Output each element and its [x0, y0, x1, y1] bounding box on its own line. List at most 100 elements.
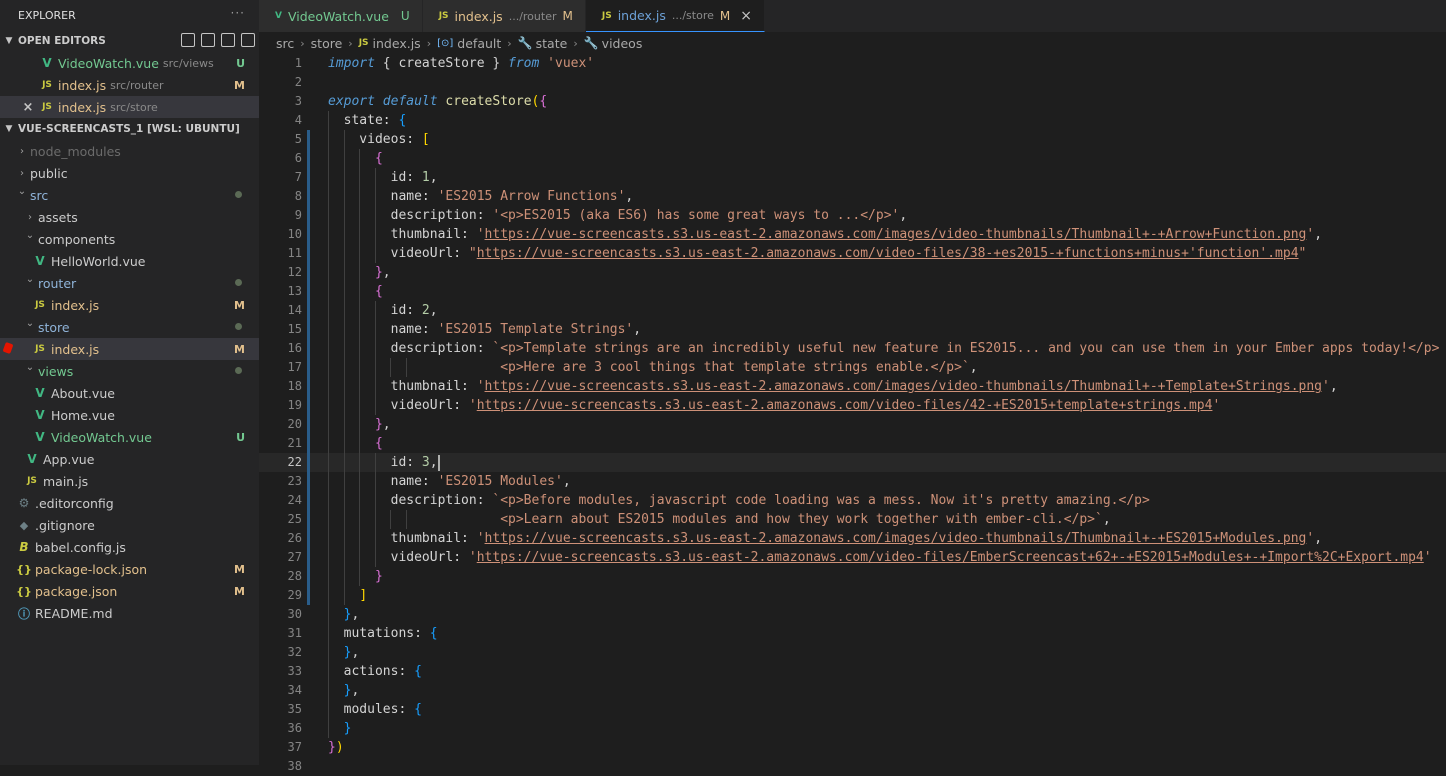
line-number: 11 — [287, 246, 302, 260]
tree-item[interactable]: › public — [0, 162, 259, 184]
breadcrumb-item[interactable]: videos — [602, 36, 643, 51]
js-file-icon: JS — [35, 300, 45, 310]
code-token: 1 — [421, 170, 430, 185]
new-file-icon[interactable] — [181, 33, 195, 47]
tree-item[interactable]: ⌄ store — [0, 316, 259, 338]
git-status-badge: M — [234, 298, 245, 312]
editor-tabs: V VideoWatch.vue U JS index.js .../router M JS i… — [259, 0, 1446, 32]
tree-item[interactable]: › assets — [0, 206, 259, 228]
editor-tab[interactable]: JS index.js .../router M — [422, 0, 586, 32]
tab-name: index.js — [617, 8, 666, 23]
tree-item[interactable]: JS main.js — [0, 470, 259, 492]
tree-item[interactable]: V About.vue — [0, 382, 259, 404]
close-all-icon[interactable] — [241, 33, 255, 47]
breadcrumb-item[interactable]: default — [457, 36, 501, 51]
save-all-icon[interactable] — [221, 33, 235, 47]
tree-item[interactable]: ⓘ README.md — [0, 602, 259, 624]
breadcrumb-item[interactable]: state — [536, 36, 568, 51]
breadcrumb-item[interactable]: store — [311, 36, 343, 51]
tree-item[interactable]: V Home.vue — [0, 404, 259, 426]
git-status-badge: U — [236, 430, 245, 444]
open-editor-item[interactable]: JS index.js src/router M — [0, 74, 259, 96]
code-line: 18 thumbnail: 'https://vue-screencasts.s… — [259, 377, 1446, 396]
tab-path: .../store — [671, 9, 714, 22]
tree-item[interactable]: ⚙ .editorconfig — [0, 492, 259, 514]
code-editor[interactable]: 1 import { createStore } from 'vuex' 2 3 exp… — [259, 54, 1446, 773]
code-token: ] — [359, 588, 368, 603]
code-line: 2 — [259, 73, 1446, 92]
code-token: ' — [1306, 227, 1315, 242]
line-number: 27 — [287, 550, 302, 564]
vue-file-icon: V — [42, 56, 52, 70]
chevron-right-icon: › — [300, 36, 305, 50]
code-text: { — [328, 282, 383, 301]
tree-item[interactable]: ◆ .gitignore — [0, 514, 259, 536]
code-token: } — [328, 740, 336, 755]
more-actions-icon[interactable]: ··· — [231, 6, 245, 20]
babel-icon: B — [19, 540, 29, 554]
code-token: id: — [328, 170, 422, 185]
line-number: 15 — [287, 322, 302, 336]
code-token: , — [1314, 531, 1323, 546]
tree-item[interactable]: V VideoWatch.vue U — [0, 426, 259, 448]
editor-tab[interactable]: V VideoWatch.vue U — [259, 0, 423, 32]
tree-item[interactable]: ⌄ src — [0, 184, 259, 206]
breadcrumb-item[interactable]: index.js — [373, 36, 421, 51]
tree-item[interactable]: {} package-lock.json M — [0, 558, 259, 580]
tree-item[interactable]: › node_modules — [0, 140, 259, 162]
tree-item-label: babel.config.js — [35, 539, 126, 555]
git-status-badge: M — [234, 584, 245, 598]
explorer-title: EXPLORER — [18, 8, 76, 22]
line-number: 30 — [287, 607, 302, 621]
js-file-icon: JS — [358, 38, 369, 48]
line-number: 34 — [287, 683, 302, 697]
code-text: videoUrl: "https://vue-screencasts.s3.us… — [328, 244, 1307, 263]
tree-item[interactable]: {} package.json M — [0, 580, 259, 602]
tree-item[interactable]: V HelloWorld.vue — [0, 250, 259, 272]
code-text: name: 'ES2015 Template Strings', — [328, 320, 641, 339]
open-editor-name: index.js — [58, 77, 107, 93]
tree-item[interactable]: JS index.js M — [0, 294, 259, 316]
tree-item[interactable]: Bbabel.config.js — [0, 536, 259, 558]
code-line: 24 description: `<p>Before modules, java… — [259, 491, 1446, 510]
tree-item[interactable]: ⌄ components — [0, 228, 259, 250]
tree-item-label: node_modules — [30, 143, 121, 159]
code-line: 17 <p>Here are 3 cool things that templa… — [259, 358, 1446, 377]
open-editor-path: src/store — [110, 100, 158, 114]
git-modified-gutter — [307, 434, 310, 453]
project-header[interactable]: ▼ VUE-SCREENCASTS_1 [WSL: UBUNTU] — [0, 118, 259, 140]
open-editor-item[interactable]: × JS index.js src/store — [0, 96, 259, 118]
tree-item[interactable]: V App.vue — [0, 448, 259, 470]
code-token: ' — [468, 398, 477, 413]
git-modified-gutter — [307, 567, 310, 586]
code-line: 5 videos: [ — [259, 130, 1446, 149]
breadcrumb-item[interactable]: src — [276, 36, 294, 51]
line-number: 38 — [287, 759, 302, 773]
open-editor-name: index.js — [58, 99, 107, 115]
new-folder-icon[interactable] — [201, 33, 215, 47]
git-modified-gutter — [307, 244, 310, 263]
tree-item-label: public — [30, 165, 68, 181]
close-icon[interactable]: × — [740, 8, 752, 24]
vue-file-icon: V — [27, 452, 37, 466]
git-modified-gutter — [307, 339, 310, 358]
code-token: , — [899, 208, 908, 223]
tab-name: index.js — [454, 8, 503, 24]
tree-item-label: views — [38, 363, 74, 379]
tree-item-label: index.js — [51, 297, 100, 313]
tree-item[interactable]: JS index.js M — [0, 338, 259, 360]
tree-item[interactable]: ⌄ views — [0, 360, 259, 382]
line-number: 20 — [287, 417, 302, 431]
tree-item[interactable]: ⌄ router — [0, 272, 259, 294]
code-line: 31 mutations: { — [259, 624, 1446, 643]
editor-tab[interactable]: JS index.js .../store M × — [585, 0, 765, 32]
close-icon[interactable]: × — [20, 100, 36, 115]
code-line: 32 }, — [259, 643, 1446, 662]
open-editor-item[interactable]: V VideoWatch.vue src/views U — [0, 52, 259, 74]
open-editors-header[interactable]: ▼ OPEN EDITORS — [0, 30, 259, 52]
code-token: ' — [476, 379, 485, 394]
